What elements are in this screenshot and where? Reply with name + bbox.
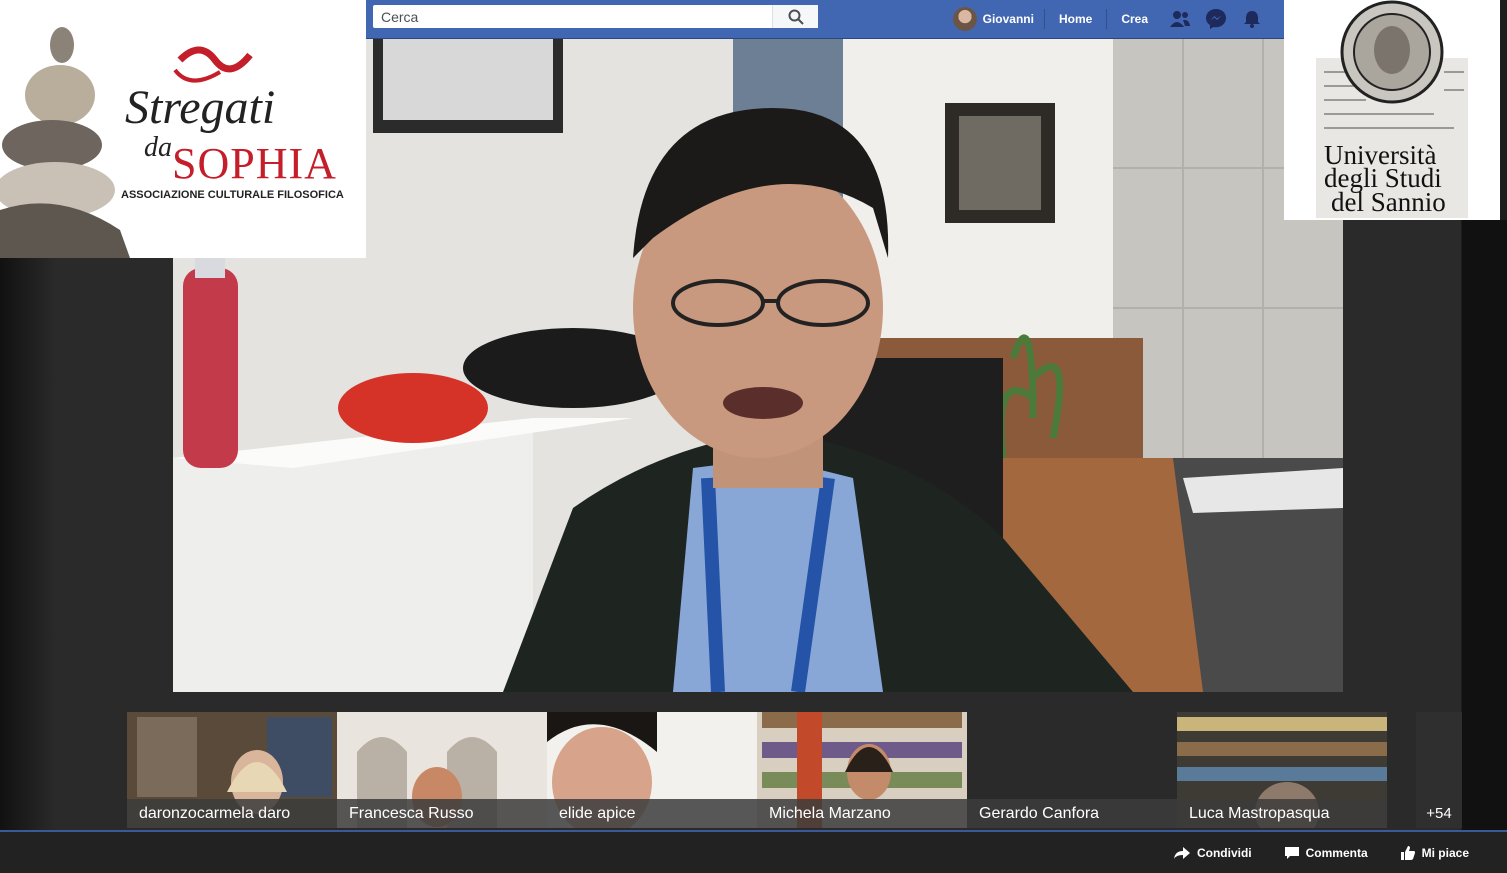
participant-tile[interactable]: Luca Mastropasqua <box>1177 712 1387 828</box>
participant-name: Luca Mastropasqua <box>1177 799 1387 828</box>
participant-name: elide apice <box>547 799 757 828</box>
participant-name: Gerardo Canfora <box>967 799 1177 828</box>
like-label: Mi piace <box>1421 845 1469 860</box>
participant-strip: daronzocarmela daro Francesca Russo elid… <box>127 712 1387 828</box>
search-box <box>373 5 818 28</box>
avatar <box>952 7 977 31</box>
notifications-button[interactable] <box>1234 0 1270 38</box>
top-nav: Giovanni Home Crea <box>952 0 1270 38</box>
stregati-da-sophia-logo: Stregati da SOPHIA ASSOCIAZIONE CULTURAL… <box>0 0 366 258</box>
bell-icon <box>1244 11 1260 28</box>
participant-tile[interactable]: elide apice <box>547 712 757 828</box>
friend-requests-button[interactable] <box>1162 0 1198 38</box>
university-name-line3: del Sannio <box>1331 187 1446 217</box>
comment-button[interactable]: Commenta <box>1284 845 1368 861</box>
participant-tile[interactable]: daronzocarmela daro <box>127 712 337 828</box>
participant-tile[interactable]: Gerardo Canfora <box>967 712 1177 828</box>
messenger-icon <box>1206 9 1226 29</box>
logo-title: Stregati <box>125 81 276 134</box>
search-icon <box>788 9 804 25</box>
more-participants-count: +54 <box>1426 805 1452 822</box>
comment-icon <box>1284 846 1299 859</box>
thumbs-up-icon <box>1400 845 1415 860</box>
stage-left-border <box>0 258 56 830</box>
participant-name: daronzocarmela daro <box>127 799 337 828</box>
participant-name: Francesca Russo <box>337 799 547 828</box>
like-button[interactable]: Mi piace <box>1400 845 1469 861</box>
participant-name: Michela Marzano <box>757 799 967 828</box>
logo-title-sophia: SOPHIA <box>172 139 337 188</box>
share-button[interactable]: Condividi <box>1173 846 1252 860</box>
create-link[interactable]: Crea <box>1107 9 1162 29</box>
search-input[interactable] <box>373 5 773 28</box>
search-button[interactable] <box>772 5 818 28</box>
participant-tile[interactable]: Francesca Russo <box>337 712 547 828</box>
friends-icon <box>1170 11 1190 27</box>
universita-sannio-logo: Università degli Studi del Sannio <box>1284 0 1500 220</box>
stage-right-border <box>1462 220 1507 830</box>
profile-link[interactable]: Giovanni <box>952 7 1045 31</box>
share-label: Condividi <box>1196 845 1252 860</box>
logo-subtitle: ASSOCIAZIONE CULTURALE FILOSOFICA <box>121 189 344 201</box>
profile-name: Giovanni <box>982 12 1034 26</box>
facebook-top-bar: Giovanni Home Crea <box>366 0 1284 39</box>
messenger-button[interactable] <box>1198 0 1234 38</box>
home-link[interactable]: Home <box>1045 9 1108 29</box>
comment-label: Commenta <box>1305 845 1368 860</box>
logo-title-da: da <box>144 132 172 163</box>
more-participants-button[interactable]: +54 <box>1416 712 1462 828</box>
post-actions-bar: Condividi Commenta Mi piace <box>0 830 1507 873</box>
share-icon <box>1173 846 1190 859</box>
participant-tile[interactable]: Michela Marzano <box>757 712 967 828</box>
action-buttons: Condividi Commenta Mi piace <box>1141 832 1469 873</box>
